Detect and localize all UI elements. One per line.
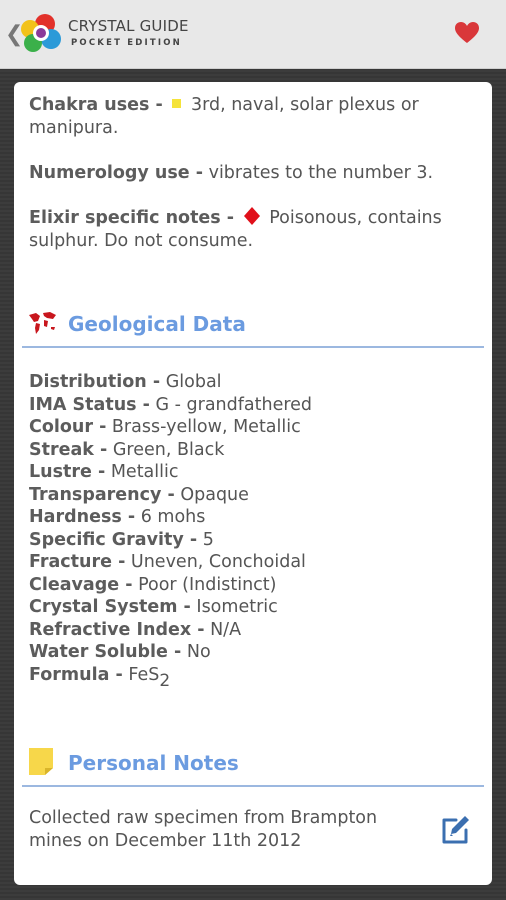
- geo-value: No: [186, 642, 211, 662]
- geo-value: Brass-yellow, Metallic: [111, 417, 301, 437]
- geo-row: Specific Gravity - 5: [29, 529, 312, 552]
- geo-value: Metallic: [110, 462, 179, 482]
- geo-row: Streak - Green, Black: [29, 439, 312, 462]
- app-logo[interactable]: [20, 12, 62, 56]
- numerology-use: Numerology use - vibrates to the number …: [29, 162, 478, 185]
- geo-label: Specific Gravity -: [29, 529, 198, 550]
- geo-row: Crystal System - Isometric: [29, 596, 312, 619]
- geo-value: 5: [202, 529, 214, 550]
- geo-value: 6 mohs: [140, 507, 206, 527]
- geo-value: Opaque: [180, 484, 249, 505]
- geo-label: Lustre -: [29, 462, 106, 482]
- geo-value: N/A: [210, 619, 242, 640]
- formula-base: FeS: [128, 664, 160, 685]
- geo-label: IMA Status -: [29, 394, 150, 415]
- formula-subscript: 2: [159, 670, 171, 691]
- numerology-label: Numerology use -: [29, 163, 204, 183]
- geo-row-formula: Formula - FeS2: [29, 664, 312, 690]
- geological-data-list: Distribution - Global IMA Status - G - g…: [29, 371, 312, 690]
- app-title: CRYSTAL GUIDE: [68, 17, 189, 35]
- geo-row: IMA Status - G - grandfathered: [29, 394, 312, 417]
- geo-row: Colour - Brass-yellow, Metallic: [29, 416, 312, 439]
- geo-label: Refractive Index -: [29, 619, 205, 640]
- formula-label: Formula -: [29, 664, 123, 685]
- action-bar: ❮ CRYSTAL GUIDE POCKET EDITION: [0, 0, 506, 69]
- geo-label: Colour -: [29, 417, 107, 437]
- app-subtitle: POCKET EDITION: [71, 38, 182, 48]
- notes-section-header: Personal Notes: [22, 745, 484, 787]
- geo-row: Cleavage - Poor (Indistinct): [29, 574, 312, 597]
- details-card: Chakra uses - 3rd, naval, solar plexus o…: [14, 82, 492, 885]
- sticky-note-icon: [27, 746, 55, 780]
- elixir-notes: Elixir specific notes - Poisonous, conta…: [29, 207, 478, 253]
- warning-diamond-icon: [243, 207, 260, 225]
- geo-value: Global: [165, 372, 222, 392]
- numerology-value: vibrates to the number 3.: [208, 163, 434, 183]
- world-map-icon: [27, 310, 57, 340]
- geo-label: Transparency -: [29, 484, 175, 505]
- geo-label: Hardness -: [29, 507, 136, 527]
- geo-label: Crystal System -: [29, 597, 191, 617]
- geo-value: G - grandfathered: [155, 394, 313, 415]
- elixir-label: Elixir specific notes -: [29, 208, 235, 228]
- geo-row: Transparency - Opaque: [29, 484, 312, 507]
- heart-icon[interactable]: [454, 21, 480, 45]
- geo-row: Refractive Index - N/A: [29, 619, 312, 642]
- geo-label: Streak -: [29, 439, 108, 460]
- personal-note-text: Collected raw specimen from Brampton min…: [29, 808, 378, 851]
- geo-value: Isometric: [196, 597, 278, 617]
- chakra-marker-icon: [172, 99, 182, 108]
- geo-label: Water Soluble -: [29, 642, 182, 662]
- geo-row: Hardness - 6 mohs: [29, 506, 312, 529]
- geo-row: Water Soluble - No: [29, 641, 312, 664]
- geological-heading: Geological Data: [68, 312, 246, 336]
- geo-value: Green, Black: [112, 439, 225, 460]
- geological-section-header: Geological Data: [22, 306, 484, 348]
- geo-value: Uneven, Conchoidal: [130, 552, 306, 572]
- logo-icon: [21, 14, 61, 52]
- geo-label: Cleavage -: [29, 574, 133, 595]
- notes-heading: Personal Notes: [68, 751, 239, 775]
- geo-label: Fracture -: [29, 552, 126, 572]
- geo-row: Distribution - Global: [29, 371, 312, 394]
- geo-label: Distribution -: [29, 372, 161, 392]
- edit-note-icon[interactable]: [438, 812, 472, 846]
- geo-value: Poor (Indistinct): [138, 574, 277, 595]
- chakra-uses: Chakra uses - 3rd, naval, solar plexus o…: [29, 94, 478, 140]
- chakra-label: Chakra uses -: [29, 95, 163, 115]
- geo-row: Lustre - Metallic: [29, 461, 312, 484]
- geo-row: Fracture - Uneven, Conchoidal: [29, 551, 312, 574]
